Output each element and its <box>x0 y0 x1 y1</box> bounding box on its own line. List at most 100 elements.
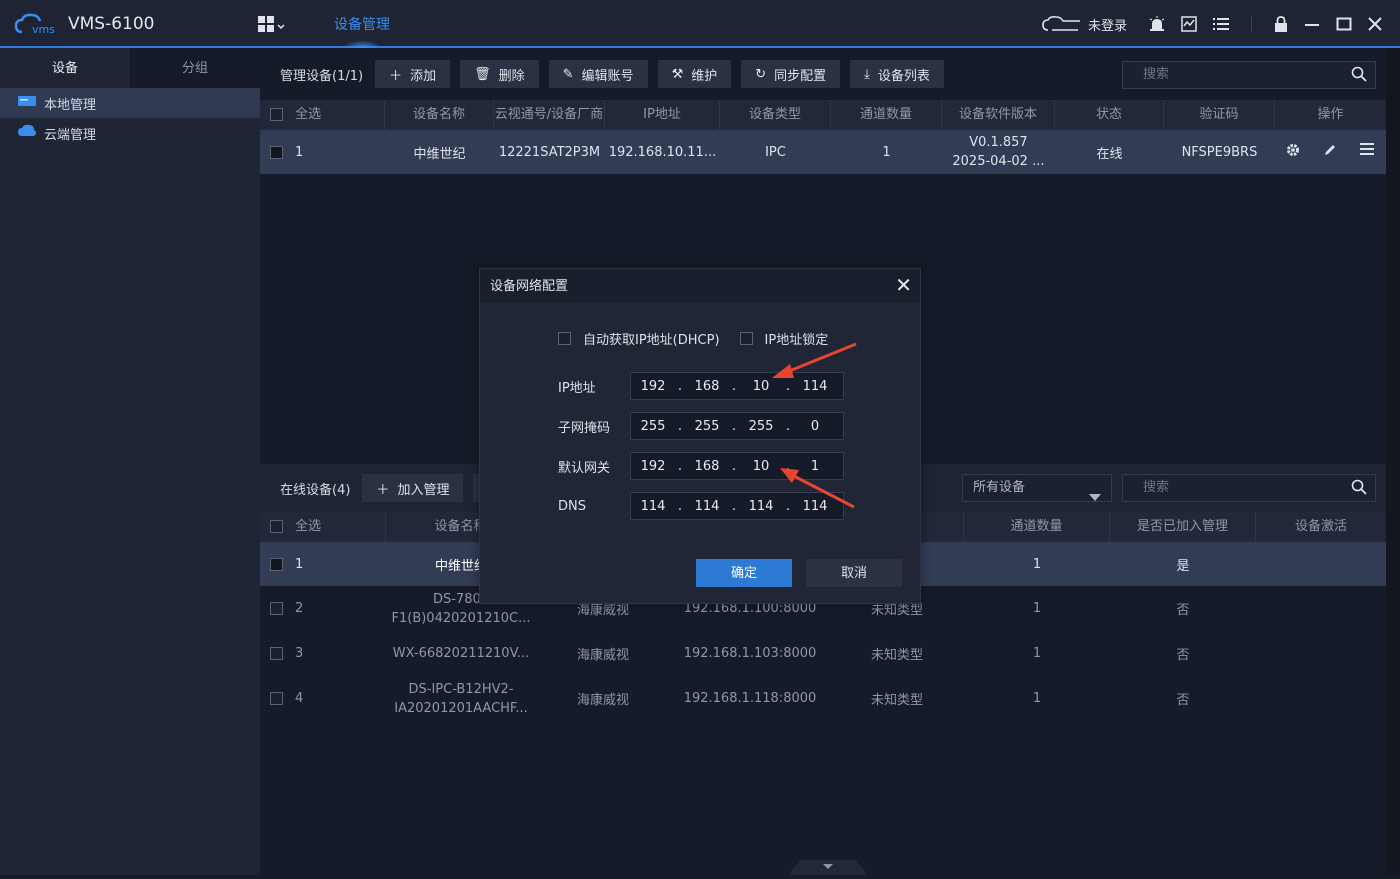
separator <box>1251 15 1252 33</box>
col-version: 设备软件版本 <box>942 100 1055 130</box>
cell-version-date: 2025-04-02 ... <box>952 154 1045 169</box>
sync-config-button[interactable]: ↻ 同步配置 <box>741 60 841 88</box>
col-ip: IP地址 <box>605 100 720 130</box>
app-logo: vms VMS-6100 <box>14 12 155 36</box>
tab-device-management[interactable]: 设备管理 <box>320 0 404 48</box>
lock-icon[interactable] <box>1274 16 1288 32</box>
device-filter-select[interactable]: 所有设备 <box>962 474 1112 502</box>
col-cloud-id: 云视通号/设备厂商 <box>494 100 605 130</box>
cell-type: 未知类型 <box>870 648 923 663</box>
dhcp-label: 自动获取IP地址(DHCP) <box>583 333 720 348</box>
tab-devices[interactable]: 设备 <box>0 48 130 88</box>
apps-grid-icon[interactable] <box>258 16 286 38</box>
alarm-icon[interactable] <box>1149 16 1165 32</box>
online-search-input[interactable]: 搜索 <box>1122 474 1376 502</box>
list-menu-icon[interactable] <box>1213 17 1229 31</box>
cell-managed: 否 <box>1176 693 1190 708</box>
add-to-management-button[interactable]: ＋加入管理 <box>362 474 464 502</box>
sidebar-item-local-management[interactable]: 本地管理 <box>0 88 260 118</box>
gateway-field: 默认网关 192. 168. 10. 1 <box>558 452 844 480</box>
chevron-down-icon <box>823 864 833 869</box>
account-area[interactable]: 未登录 <box>1042 15 1127 34</box>
scrollbar[interactable] <box>1386 48 1400 875</box>
select-all-checkbox[interactable] <box>270 108 283 121</box>
add-button[interactable]: ＋添加 <box>375 60 451 88</box>
row-checkbox[interactable] <box>270 602 283 615</box>
more-menu-icon[interactable] <box>1360 143 1375 161</box>
dhcp-checkbox[interactable] <box>558 332 571 345</box>
cloud-brand-icon <box>1042 16 1080 31</box>
row-checkbox[interactable] <box>270 692 283 705</box>
managed-search-input[interactable]: 搜索 <box>1122 61 1376 89</box>
row-checkbox[interactable] <box>270 647 283 660</box>
confirm-button[interactable]: 确定 <box>696 559 792 587</box>
row-checkbox[interactable] <box>270 557 283 571</box>
plus-icon: ＋ <box>389 68 403 84</box>
subnet-mask-input[interactable]: 255. 255. 255. 0 <box>630 412 844 440</box>
cell-managed: 是 <box>1176 558 1190 574</box>
title-bar: vms VMS-6100 设备管理 未登录 <box>0 0 1400 48</box>
cell-vendor: 海康威视 <box>576 648 629 663</box>
delete-button[interactable]: 🗑︎ 删除 <box>460 60 539 88</box>
ip-address-field: IP地址 192. 168. 10. 114 <box>558 372 844 400</box>
search-icon <box>1351 66 1367 92</box>
maximize-icon[interactable] <box>1336 16 1352 32</box>
hammer-icon: ⚒ <box>671 66 684 82</box>
refresh-icon: ↻ <box>755 66 767 82</box>
device-list-button[interactable]: ⤓ 设备列表 <box>850 60 944 88</box>
app-title: VMS-6100 <box>68 14 155 34</box>
col-code: 验证码 <box>1164 100 1275 130</box>
monitor-icon[interactable] <box>1181 16 1197 32</box>
cell-type: IPC <box>765 144 786 160</box>
maintain-button[interactable]: ⚒ 维护 <box>657 60 732 88</box>
select-all-checkbox[interactable] <box>270 520 283 533</box>
ip-address-input[interactable]: 192. 168. 10. 114 <box>630 372 844 400</box>
select-all-header[interactable]: 全选 <box>260 100 385 130</box>
close-icon[interactable]: ✕ <box>895 275 912 295</box>
field-label: 子网掩码 <box>558 420 611 436</box>
cell-channels: 1 <box>1032 691 1042 706</box>
cell-version: V0.1.857 <box>969 135 1028 150</box>
sidebar-item-cloud-management[interactable]: 云端管理 <box>0 118 260 148</box>
field-label: IP地址 <box>558 380 596 396</box>
cancel-button[interactable]: 取消 <box>806 559 902 587</box>
sidebar: 设备 分组 本地管理 云端管理 <box>0 48 260 875</box>
cell-ip: 192.168.10.11... <box>608 144 717 160</box>
login-status: 未登录 <box>1087 18 1127 34</box>
row-checkbox[interactable] <box>270 145 283 159</box>
table-row[interactable]: 4 DS-IPC-B12HV2- IA20201201AACHF... 海康威视 … <box>260 676 1386 721</box>
col-type: 设备类型 <box>720 100 831 130</box>
ip-lock-label: IP地址锁定 <box>764 333 829 348</box>
col-managed: 是否已加入管理 <box>1110 512 1256 542</box>
managed-devices-label: 管理设备(1/1) <box>280 68 364 84</box>
dns-input[interactable]: 114. 114. 114. 114 <box>630 492 844 520</box>
tab-groups[interactable]: 分组 <box>130 48 260 88</box>
edit-pencil-icon[interactable] <box>1323 143 1337 161</box>
pencil-icon: ✎ <box>562 66 574 82</box>
select-all-header[interactable]: 全选 <box>260 512 386 542</box>
edit-account-button[interactable]: ✎ 编辑账号 <box>548 60 648 88</box>
cell-channels: 1 <box>1032 646 1042 661</box>
collapse-handle[interactable] <box>788 860 868 875</box>
settings-gear-icon[interactable] <box>1286 143 1300 161</box>
field-label: DNS <box>558 498 586 514</box>
cell-ip: 192.168.1.103:8000 <box>683 646 817 661</box>
cell-channels: 1 <box>1032 556 1042 572</box>
cell-managed: 否 <box>1176 648 1190 663</box>
col-channels: 通道数量 <box>831 100 942 130</box>
trash-icon: 🗑︎ <box>474 66 491 82</box>
table-row[interactable]: 3 WX-66820211210V... 海康威视 192.168.1.103:… <box>260 631 1386 676</box>
table-row[interactable]: 1 中维世纪 12221SAT2P3M 192.168.10.11... IPC… <box>260 130 1386 174</box>
cell-channels: 1 <box>1032 601 1042 616</box>
field-label: 默认网关 <box>558 460 611 476</box>
col-status: 状态 <box>1055 100 1164 130</box>
close-window-icon[interactable] <box>1368 17 1382 31</box>
cloud-logo-icon: vms <box>14 13 55 36</box>
gateway-input[interactable]: 192. 168. 10. 1 <box>630 452 844 480</box>
minimize-icon[interactable] <box>1304 16 1320 32</box>
col-activation: 设备激活 <box>1294 519 1347 534</box>
ip-lock-checkbox[interactable] <box>739 332 753 345</box>
sidebar-item-label: 云端管理 <box>44 127 97 143</box>
cell-code: NFSPE9BRS <box>1181 144 1258 160</box>
managed-toolbar: 管理设备(1/1) ＋添加 🗑︎ 删除 ✎ 编辑账号 ⚒ 维护 ↻ 同步配置 ⤓ 设备列表… <box>260 48 1386 100</box>
